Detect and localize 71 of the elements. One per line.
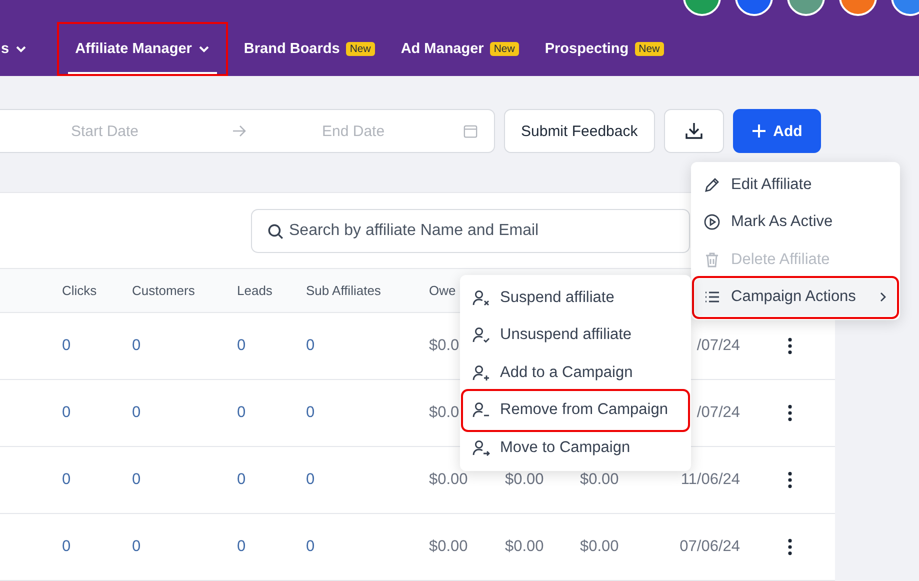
plus-icon (751, 123, 768, 139)
arrow-right-icon (231, 123, 247, 139)
submit-feedback-button[interactable]: Submit Feedback (504, 109, 655, 153)
download-button[interactable] (664, 109, 724, 153)
table-cell: $0.00 (429, 471, 468, 488)
table-cell: $0.0 (429, 404, 460, 421)
more-options-icon[interactable] (787, 538, 793, 556)
play-circle-icon (703, 213, 721, 232)
table-cell: $0.00 (429, 538, 468, 555)
menu-item[interactable]: Add to a Campaign (464, 354, 687, 392)
calendar-icon (463, 124, 478, 138)
table-cell: 0 (237, 471, 246, 488)
menu-item[interactable]: Suspend affiliate (464, 279, 687, 316)
nav-tab[interactable]: Prospecting New (536, 24, 672, 74)
end-date-placeholder: End Date (322, 122, 386, 140)
column-header: Owe (429, 283, 456, 298)
menu-item[interactable]: Move to Campaign (464, 429, 687, 466)
table-cell: 0 (237, 538, 246, 555)
table-cell: $0.00 (505, 471, 544, 488)
user-minus-icon (472, 401, 490, 420)
table-cell: 0 (62, 538, 71, 555)
table-cell: 0 (132, 471, 141, 488)
user-add-icon (472, 364, 490, 382)
new-badge: New (346, 42, 375, 56)
table-cell: 0 (306, 404, 315, 421)
table-cell: 0 (62, 471, 71, 488)
column-header: Sub Affiliates (306, 283, 381, 298)
table-cell: 0 (306, 337, 315, 354)
nav-tab[interactable]: Ad Manager New (392, 24, 527, 74)
table-cell: 0 (237, 404, 246, 421)
new-badge: New (490, 42, 519, 56)
table-cell: 0 (306, 471, 315, 488)
nav-tab[interactable]: Brand Boards New (236, 24, 383, 74)
user-check-icon (472, 326, 490, 344)
start-date-placeholder: Start Date (71, 122, 140, 140)
menu-item[interactable]: Mark As Active (695, 204, 896, 241)
nav-tab[interactable]: s (0, 24, 36, 74)
table-cell: 0 (237, 337, 246, 354)
user-remove-icon (472, 288, 490, 307)
column-header: Clicks (62, 283, 97, 298)
table-cell: $0.00 (580, 471, 619, 488)
table-cell: /07/24 (696, 404, 740, 421)
more-options-icon[interactable] (787, 404, 793, 422)
menu-item[interactable]: Unsuspend affiliate (464, 316, 687, 354)
table-cell: 0 (132, 404, 141, 421)
table-cell: 07/06/24 (680, 538, 740, 555)
pencil-icon (703, 176, 721, 194)
table-cell: 11/06/24 (680, 471, 740, 488)
table-cell: 0 (132, 337, 141, 354)
table-cell: $0.0 (429, 337, 460, 354)
table-cell: $0.00 (505, 538, 544, 555)
table-cell: 0 (132, 538, 141, 555)
table-cell: 0 (62, 337, 71, 354)
table-cell: /07/24 (696, 337, 740, 354)
nav-tab[interactable]: Affiliate Manager (59, 24, 226, 74)
menu-item[interactable]: Campaign Actions (695, 278, 896, 316)
menu-item[interactable]: Remove from Campaign (464, 392, 687, 429)
column-header: Leads (237, 283, 272, 298)
download-icon (684, 121, 704, 141)
new-badge: New (634, 42, 664, 56)
user-move-icon (472, 438, 490, 457)
table-cell: $0.00 (580, 538, 619, 555)
search-field[interactable]: Search by affiliate Name and Email (251, 208, 690, 252)
add-button[interactable]: Add (732, 109, 821, 153)
more-options-icon[interactable] (787, 471, 793, 489)
table-cell: 0 (62, 404, 71, 421)
more-options-icon[interactable] (787, 337, 793, 355)
column-header: Customers (132, 283, 195, 298)
trash-icon (703, 250, 721, 269)
menu-item[interactable]: Edit Affiliate (695, 166, 896, 204)
table-cell: 0 (306, 538, 315, 555)
